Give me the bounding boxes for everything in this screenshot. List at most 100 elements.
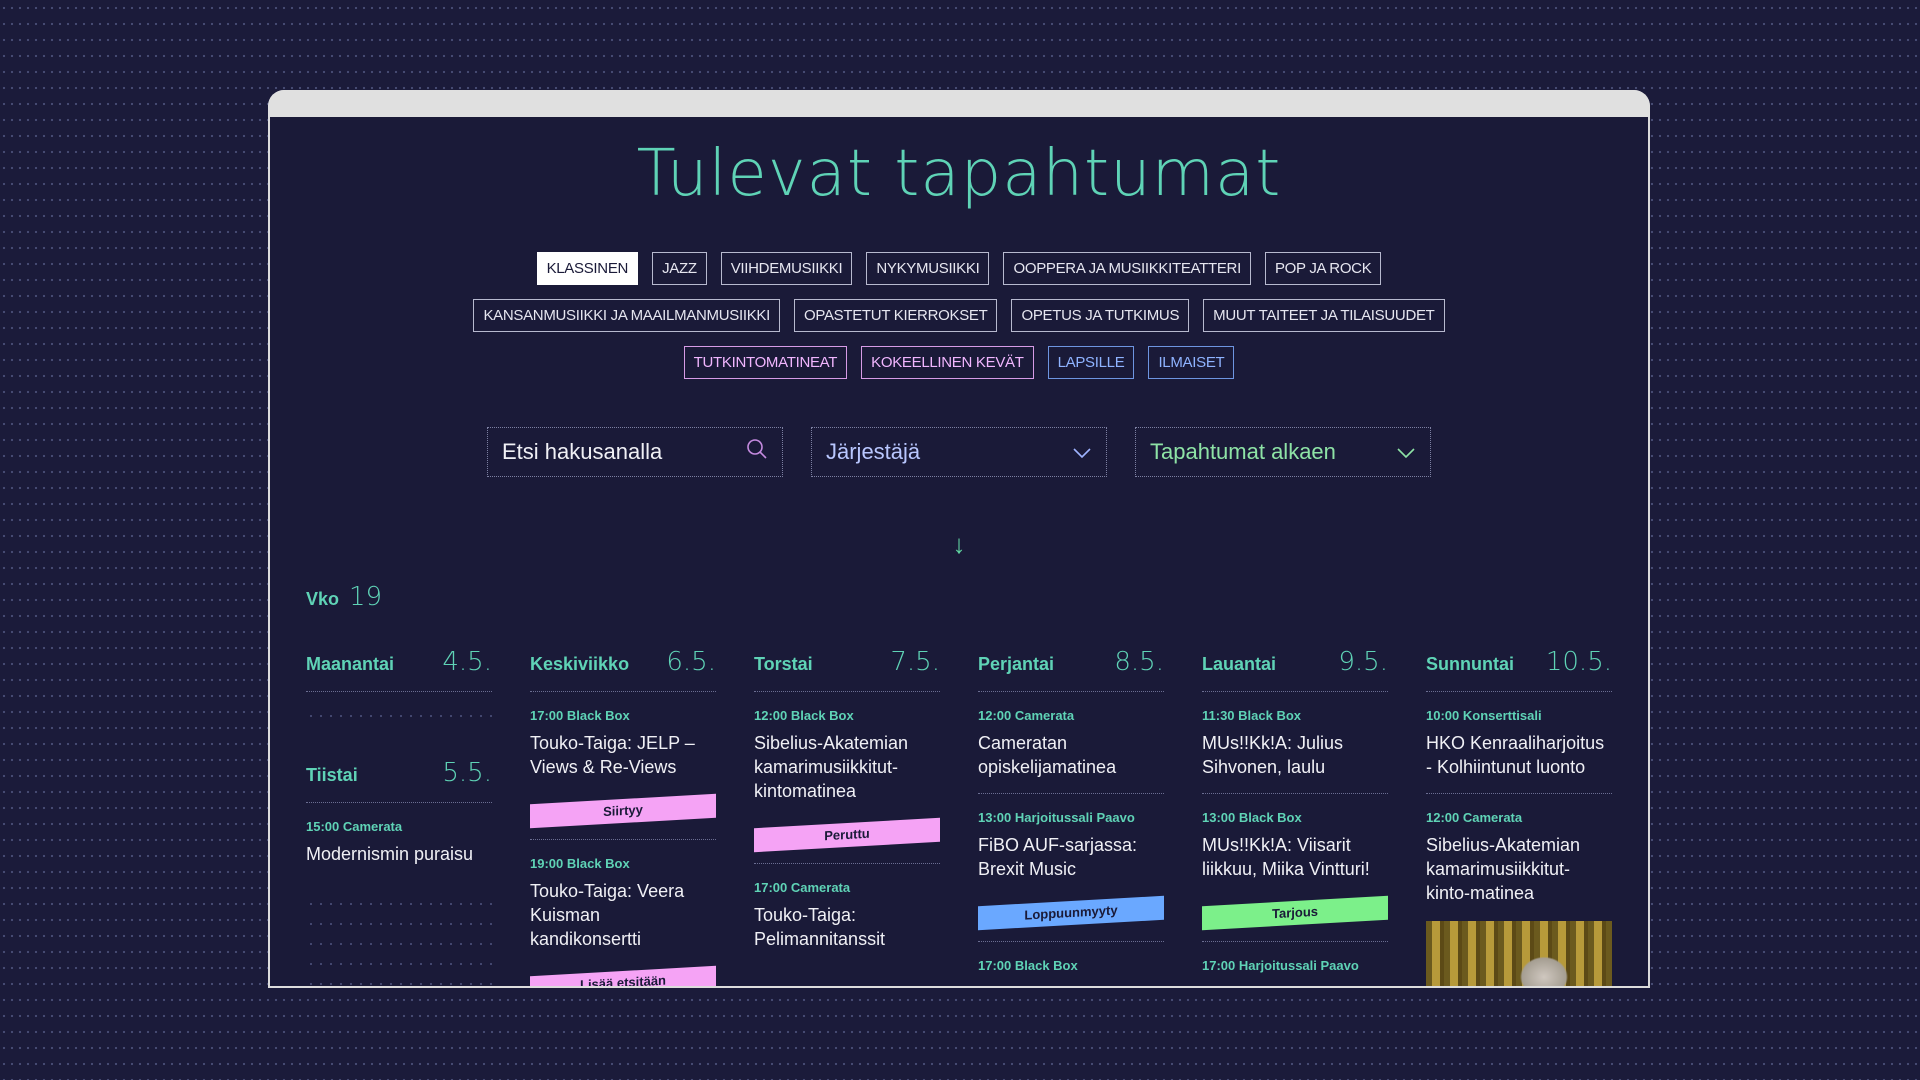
week-label: Vko	[306, 589, 340, 609]
event-time-venue: 12:00 Camerata	[1426, 810, 1523, 825]
day-header: Maanantai 4.5.	[306, 647, 492, 692]
event-time-venue: 17:00 Black Box	[978, 958, 1078, 973]
event-title[interactable]: Sibelius-Akatemian kamarimusiikkitut-kin…	[1426, 833, 1612, 905]
event-item[interactable]: 17:00 Black Box Touko-Taiga: JELP – Views…	[530, 692, 716, 840]
event-title[interactable]: Modernismin puraisu	[306, 842, 492, 866]
filter-chip[interactable]: LAPSILLE	[1047, 346, 1135, 379]
event-title[interactable]: MUs!!Kk!A: Julius Sihvonen, laulu	[1202, 731, 1388, 779]
empty-day-placeholder	[306, 706, 492, 726]
day-header: Torstai 7.5.	[754, 647, 940, 692]
event-title[interactable]: MUs!!Kk!A: Viisarit liikkuu, Miika Vintt…	[1202, 833, 1388, 881]
chevron-down-icon	[1396, 439, 1416, 465]
event-time-venue: 17:00 Harjoitussali Paavo	[1202, 958, 1359, 973]
organizer-label: Järjestäjä	[826, 439, 921, 464]
event-item[interactable]: 19:00 Black Box Touko-Taiga: Veera Kuisma…	[530, 840, 716, 986]
filter-chip[interactable]: MUUT TAITEET JA TILAISUUDET	[1203, 299, 1445, 332]
day-name: Lauantai	[1202, 654, 1277, 674]
window-titlebar	[268, 90, 1650, 117]
day-name: Perjantai	[978, 654, 1055, 674]
day-column: Keskiviikko 6.5. 17:00 Black Box Touko-Taig…	[530, 647, 716, 986]
day-column: Sunnuntai 10.5. 10:00 Konserttisali HKO Ken…	[1426, 647, 1612, 986]
event-item[interactable]: 12:00 Black Box Sibelius-Akatemian kamari…	[754, 692, 940, 864]
event-time-venue: 13:00 Harjoitussali Paavo	[978, 810, 1135, 825]
event-item[interactable]: 15:00 Camerata Modernismin puraisu	[306, 803, 492, 880]
filter-chip[interactable]: OOPPERA JA MUSIIKKITEATTERI	[1003, 252, 1251, 285]
event-time-venue: 15:00 Camerata	[306, 819, 403, 834]
event-item[interactable]: 12:00 Camerata Sibelius-Akatemian kamarim…	[1426, 794, 1612, 986]
day-column: Maanantai 4.5. Tiistai 5.5. 15:00 Camerata Mo…	[306, 647, 492, 986]
filter-chip[interactable]: JAZZ	[652, 252, 707, 285]
filter-row-1: KLASSINEN JAZZ VIIHDEMUSIIKKI NYKYMUSIIKKI O…	[270, 252, 1648, 285]
event-item[interactable]: 13:00 Harjoitussali Paavo FiBO AUF-sarjas…	[978, 794, 1164, 942]
filter-chip[interactable]: TUTKINTOMATINEAT	[683, 346, 848, 379]
filter-chip[interactable]: POP JA ROCK	[1264, 252, 1382, 285]
event-time-venue: 12:00 Black Box	[754, 708, 854, 723]
filter-chip[interactable]: KLASSINEN	[536, 252, 639, 285]
day-column: Torstai 7.5. 12:00 Black Box Sibelius-Akate…	[754, 647, 940, 986]
event-title[interactable]: Touko-Taiga: Veera Kuisman kandikonsertt…	[530, 879, 716, 951]
filter-chip[interactable]: KANSANMUSIIKKI JA MAAILMANMUSIIKKI	[473, 299, 780, 332]
day-header: Perjantai 8.5.	[978, 647, 1164, 692]
chevron-down-icon	[1072, 439, 1092, 465]
filter-row-3: TUTKINTOMATINEAT KOKEELLINEN KEVÄT LAPSILL…	[270, 346, 1648, 379]
event-item[interactable]: 17:00 Harjoitussali Paavo	[1202, 942, 1388, 986]
week-calendar: Maanantai 4.5. Tiistai 5.5. 15:00 Camerata Mo…	[306, 647, 1612, 986]
day-name: Keskiviikko	[530, 654, 630, 674]
filter-chip[interactable]: OPASTETUT KIERROKSET	[793, 299, 998, 332]
event-title[interactable]: Sibelius-Akatemian kamarimusiikkitut-kin…	[754, 731, 940, 803]
browser-window: Tulevat tapahtumat KLASSINEN JAZZ VIIHDEMU…	[268, 90, 1650, 988]
week-header: Vko 19	[306, 582, 382, 612]
status-badge: Siirtyy	[530, 793, 716, 829]
day-header: Keskiviikko 6.5.	[530, 647, 716, 692]
filter-controls: Etsi hakusanalla Järjestäjä Tapahtumat a…	[270, 427, 1648, 477]
event-item[interactable]: 17:00 Black Box	[978, 942, 1164, 986]
status-badge: Peruttu	[754, 817, 940, 853]
event-time-venue: 10:00 Konserttisali	[1426, 708, 1542, 723]
day-name: Torstai	[754, 654, 813, 674]
event-item[interactable]: 12:00 Camerata Cameratan opiskelijamatine…	[978, 692, 1164, 794]
filter-chip[interactable]: OPETUS JA TUTKIMUS	[1011, 299, 1190, 332]
event-title[interactable]: FiBO AUF-sarjassa: Brexit Music	[978, 833, 1164, 881]
organizer-dropdown[interactable]: Järjestäjä	[811, 427, 1107, 477]
day-header: Lauantai 9.5.	[1202, 647, 1388, 692]
page-content: Tulevat tapahtumat KLASSINEN JAZZ VIIHDEMU…	[270, 117, 1648, 986]
day-date: 5.5.	[442, 758, 492, 788]
filter-chip[interactable]: ILMAISET	[1148, 346, 1235, 379]
status-badge: Loppuunmyyty	[978, 895, 1164, 931]
day-name: Maanantai	[306, 654, 395, 674]
filter-row-2: KANSANMUSIIKKI JA MAAILMANMUSIIKKI OPASTE…	[270, 299, 1648, 332]
status-badge: Tarjous	[1202, 895, 1388, 931]
date-dropdown[interactable]: Tapahtumat alkaen	[1135, 427, 1431, 477]
event-photo[interactable]	[1426, 921, 1612, 986]
day-name: Tiistai	[306, 765, 358, 785]
event-time-venue: 12:00 Camerata	[978, 708, 1075, 723]
event-title[interactable]: HKO Kenraaliharjoitus - Kolhiintunut luo…	[1426, 731, 1612, 779]
day-date: 10.5.	[1545, 647, 1612, 677]
event-title[interactable]: Touko-Taiga: Pelimannitanssit	[754, 903, 940, 951]
day-header: Tiistai 5.5.	[306, 758, 492, 803]
event-item[interactable]: 17:00 Camerata Touko-Taiga: Pelimannitans…	[754, 864, 940, 965]
day-date: 8.5.	[1114, 647, 1164, 677]
filter-chip[interactable]: NYKYMUSIIKKI	[866, 252, 990, 285]
search-placeholder: Etsi hakusanalla	[502, 439, 663, 464]
day-column: Lauantai 9.5. 11:30 Black Box MUs!!Kk!A: Ju…	[1202, 647, 1388, 986]
search-input[interactable]: Etsi hakusanalla	[487, 427, 783, 477]
event-item[interactable]: 11:30 Black Box MUs!!Kk!A: Julius Sihvone…	[1202, 692, 1388, 794]
day-name: Sunnuntai	[1426, 654, 1514, 674]
event-item[interactable]: 13:00 Black Box MUs!!Kk!A: Viisarit liikk…	[1202, 794, 1388, 942]
event-item[interactable]: 10:00 Konserttisali HKO Kenraaliharjoitus…	[1426, 692, 1612, 794]
filter-chip[interactable]: VIIHDEMUSIIKKI	[720, 252, 853, 285]
arrow-down-icon[interactable]: ↓	[270, 529, 1648, 560]
event-title[interactable]: Touko-Taiga: JELP – Views & Re-Views	[530, 731, 716, 779]
event-time-venue: 13:00 Black Box	[1202, 810, 1302, 825]
day-date: 4.5.	[442, 647, 492, 677]
status-badge: Lisää etsitään	[530, 965, 716, 986]
day-column: Perjantai 8.5. 12:00 Camerata Cameratan opi…	[978, 647, 1164, 986]
page-title: Tulevat tapahtumat	[636, 137, 1282, 211]
event-time-venue: 19:00 Black Box	[530, 856, 630, 871]
filter-chip[interactable]: KOKEELLINEN KEVÄT	[861, 346, 1034, 379]
empty-day-placeholder	[306, 894, 492, 986]
search-icon[interactable]	[746, 438, 768, 466]
event-time-venue: 17:00 Camerata	[754, 880, 851, 895]
event-title[interactable]: Cameratan opiskelijamatinea	[978, 731, 1164, 779]
